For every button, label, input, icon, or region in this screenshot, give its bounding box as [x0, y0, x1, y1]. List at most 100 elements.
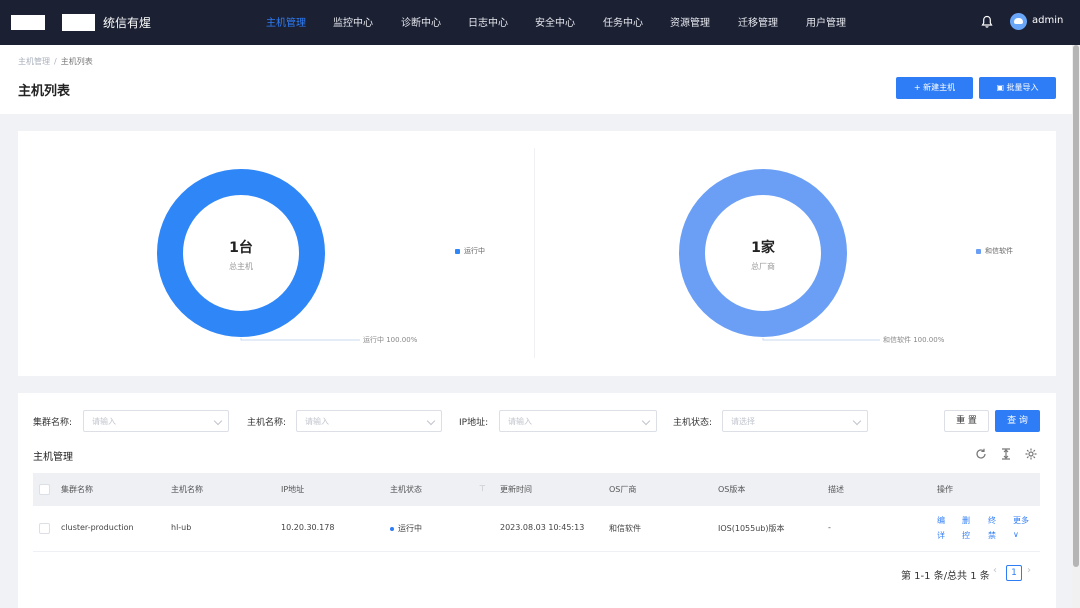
- cell-updated: 2023.08.03 10:45:13: [500, 523, 585, 532]
- app-title: 统信有煋: [103, 16, 152, 30]
- control-link[interactable]: 控: [962, 530, 970, 541]
- status-text: 运行中: [398, 524, 422, 533]
- page-number-button[interactable]: 1: [1006, 565, 1022, 581]
- nav-item-task[interactable]: 任务中心: [603, 14, 643, 29]
- refresh-icon[interactable]: [974, 447, 988, 461]
- breadcrumb-current: 主机列表: [60, 57, 93, 66]
- delete-link[interactable]: 删: [962, 515, 970, 526]
- bell-icon[interactable]: [979, 14, 995, 30]
- cell-ip: 10.20.30.178: [281, 523, 335, 532]
- nav-item-resource[interactable]: 资源管理: [670, 14, 710, 29]
- host-name-input[interactable]: 请输入: [296, 410, 442, 432]
- disable-link[interactable]: 禁: [988, 530, 996, 541]
- cluster-name-input[interactable]: 请输入: [83, 410, 229, 432]
- logo-mark-secondary: [62, 14, 95, 31]
- legend-label: 和信软件: [985, 247, 1013, 255]
- top-navbar: 统信有煋 主机管理 监控中心 诊断中心 日志中心 安全中心 任务中心 资源管理 …: [0, 0, 1080, 45]
- username[interactable]: admin: [1032, 15, 1063, 26]
- filter-icon[interactable]: ⊤: [479, 484, 486, 493]
- edit-link[interactable]: 编: [937, 515, 945, 526]
- chevron-down-icon: [426, 416, 436, 426]
- stats-divider: [534, 148, 535, 358]
- row-checkbox[interactable]: [39, 523, 50, 534]
- host-status-select[interactable]: 请选择: [722, 410, 868, 432]
- status-dot-icon: [390, 526, 394, 531]
- col-updated-time: 更新时间: [500, 485, 532, 494]
- cell-os-vendor: 和信软件: [609, 524, 641, 533]
- detail-link[interactable]: 详: [937, 530, 945, 541]
- page-scrollbar[interactable]: [1072, 45, 1080, 608]
- prev-page-button[interactable]: ‹: [993, 565, 997, 576]
- more-link[interactable]: 更多: [1013, 515, 1029, 526]
- donut-left-value: 1台: [229, 240, 253, 256]
- settings-icon[interactable]: [1024, 447, 1038, 461]
- filter-label-status: 主机状态:: [673, 418, 713, 428]
- donut-left-leader: [240, 338, 360, 341]
- batch-import-label: 批量导入: [1006, 83, 1039, 92]
- chevron-down-icon: [213, 416, 223, 426]
- breadcrumb-item[interactable]: 主机管理: [18, 57, 50, 66]
- col-os-vendor: OS厂商: [609, 485, 637, 494]
- cell-cluster: cluster-production: [61, 523, 134, 532]
- nav-item-host[interactable]: 主机管理: [266, 14, 306, 29]
- logo-mark: [11, 15, 45, 30]
- col-host-status: 主机状态: [390, 485, 422, 494]
- legend-swatch: [455, 248, 460, 254]
- nav-item-log[interactable]: 日志中心: [468, 14, 508, 29]
- nav-item-monitor[interactable]: 监控中心: [333, 14, 373, 29]
- filter-label-host: 主机名称:: [247, 418, 287, 428]
- scrollbar-thumb[interactable]: [1073, 45, 1079, 567]
- legend-swatch: [976, 248, 981, 254]
- cell-status: 运行中: [390, 523, 422, 534]
- query-button[interactable]: 查 询: [995, 410, 1040, 432]
- nav-item-diagnose[interactable]: 诊断中心: [401, 14, 441, 29]
- cell-os-version: IOS(1055ub)版本: [718, 524, 785, 533]
- ip-address-placeholder: 请输入: [508, 417, 532, 426]
- nav-item-security[interactable]: 安全中心: [535, 14, 575, 29]
- col-ip-address: IP地址: [281, 485, 305, 494]
- section-title: 主机管理: [33, 452, 73, 463]
- donut-left-leader-label: 运行中 100.00%: [363, 336, 418, 344]
- col-actions: 操作: [937, 485, 953, 494]
- donut-left-legend[interactable]: 运行中: [455, 246, 485, 256]
- host-name-placeholder: 请输入: [305, 417, 329, 426]
- stats-card: 1台 总主机 运行中 运行中 100.00% 1家 总厂商 和信软件 和信软件 …: [18, 131, 1056, 376]
- filter-label-ip: IP地址:: [459, 418, 489, 428]
- table-row[interactable]: cluster-production hl-ub 10.20.30.178 运行…: [33, 506, 1040, 552]
- page-header: 主机管理 / 主机列表 主机列表 + 新建主机 ▣ 批量导入: [0, 45, 1072, 114]
- chevron-down-icon: [641, 416, 651, 426]
- avatar[interactable]: [1010, 13, 1027, 30]
- nav-item-migration[interactable]: 迁移管理: [738, 14, 778, 29]
- cluster-name-placeholder: 请输入: [92, 417, 116, 426]
- page-title: 主机列表: [18, 84, 71, 99]
- donut-right-label: 总厂商: [751, 262, 775, 271]
- host-table-card: 集群名称: 请输入 主机名称: 请输入 IP地址: 请输入 主机状态: 请选择 …: [18, 393, 1056, 608]
- filter-label-cluster: 集群名称:: [33, 418, 73, 428]
- donut-right-leader-label: 和信软件 100.00%: [883, 336, 945, 344]
- donut-right-legend[interactable]: 和信软件: [976, 246, 1013, 256]
- batch-import-button[interactable]: ▣ 批量导入: [979, 77, 1056, 99]
- host-status-placeholder: 请选择: [731, 417, 755, 426]
- table-header: 集群名称 主机名称 IP地址 主机状态 ⊤ 更新时间 OS厂商 OS版本 描述 …: [33, 473, 1040, 506]
- breadcrumb: 主机管理 / 主机列表: [18, 57, 93, 66]
- pagination-summary: 第 1-1 条/总共 1 条: [901, 571, 990, 582]
- col-os-version: OS版本: [718, 485, 746, 494]
- col-host-name: 主机名称: [171, 485, 203, 494]
- import-icon: ▣: [996, 83, 1007, 92]
- reset-button[interactable]: 重 置: [944, 410, 989, 432]
- column-height-icon[interactable]: [999, 447, 1013, 461]
- select-all-checkbox[interactable]: [39, 484, 50, 495]
- col-cluster-name: 集群名称: [61, 485, 93, 494]
- next-page-button[interactable]: ›: [1027, 565, 1031, 576]
- terminal-link[interactable]: 终: [988, 515, 996, 526]
- cell-description: -: [828, 523, 831, 532]
- cell-host: hl-ub: [171, 523, 192, 532]
- col-description: 描述: [828, 485, 844, 494]
- ip-address-input[interactable]: 请输入: [499, 410, 657, 432]
- nav-item-user[interactable]: 用户管理: [806, 14, 846, 29]
- donut-left-label: 总主机: [229, 262, 253, 271]
- legend-label: 运行中: [464, 247, 485, 255]
- donut-right-value: 1家: [751, 240, 775, 256]
- chevron-down-icon[interactable]: ∨: [1013, 530, 1019, 539]
- new-host-button[interactable]: + 新建主机: [896, 77, 973, 99]
